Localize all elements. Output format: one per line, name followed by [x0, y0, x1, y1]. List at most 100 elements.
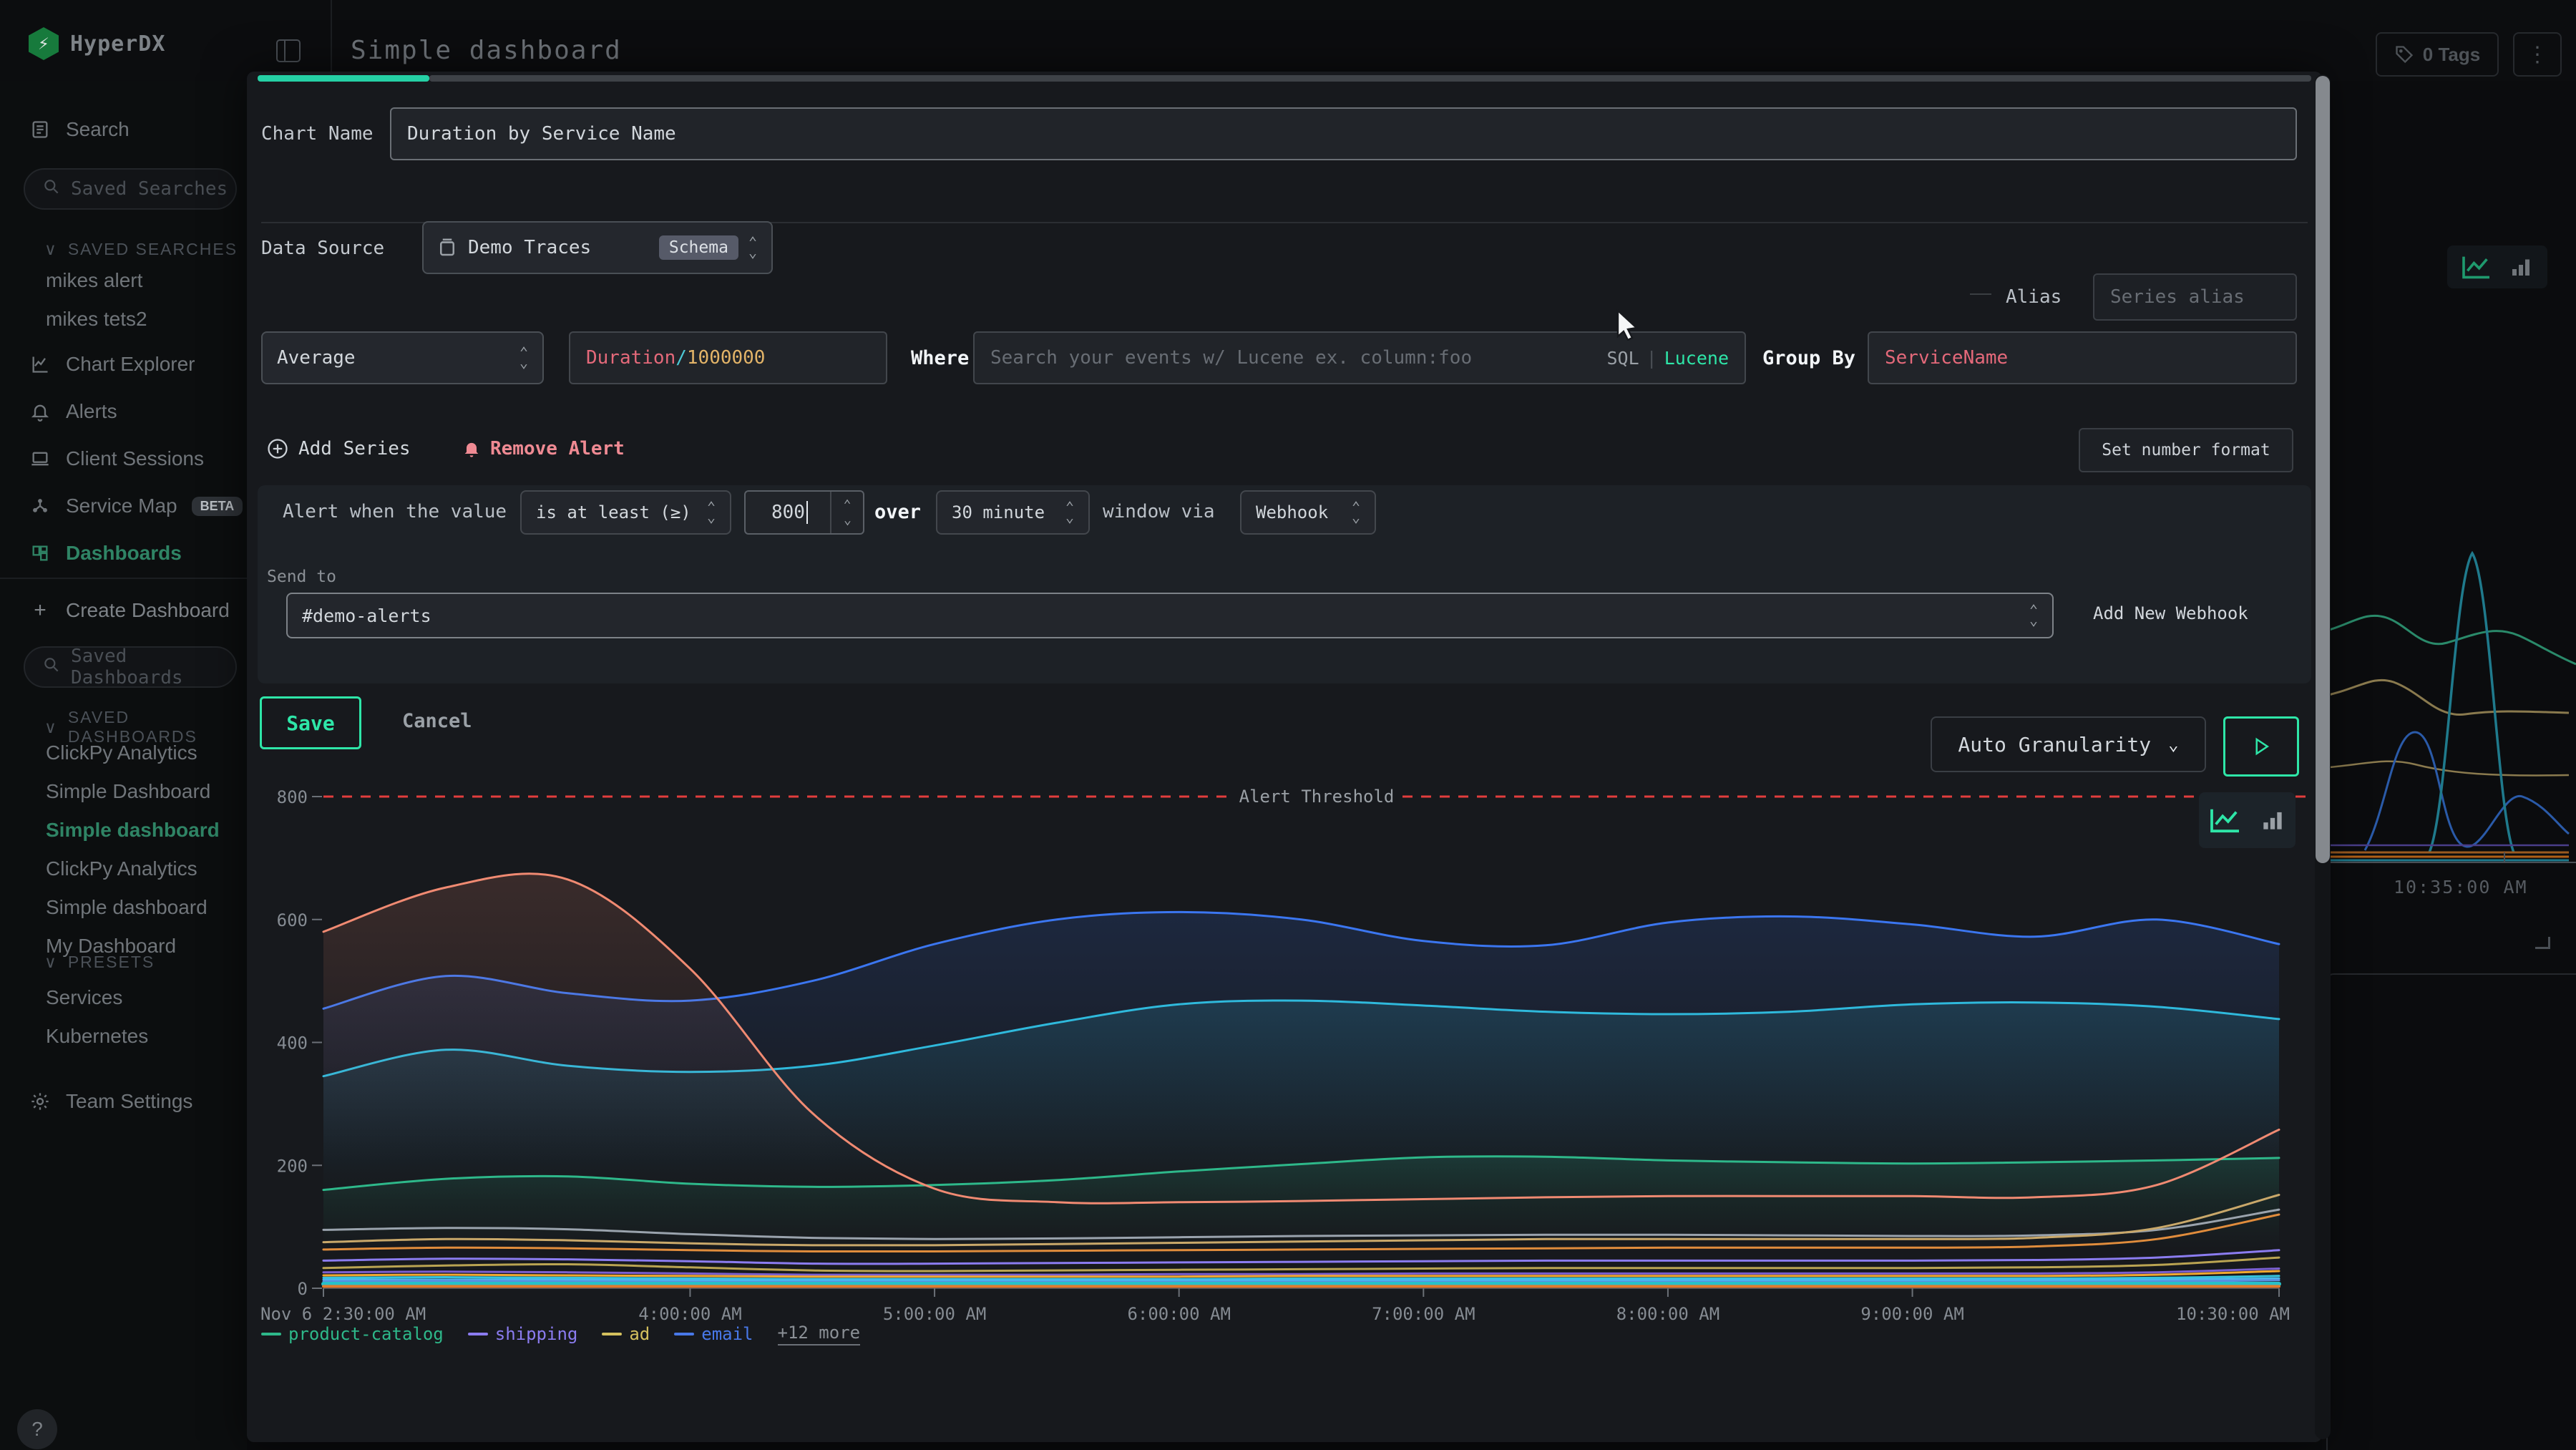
- series-alias-input[interactable]: Series alias: [2093, 273, 2297, 321]
- background-chart-time-label: 10:35:00 AM: [2394, 877, 2528, 897]
- laptop-icon: [29, 447, 52, 470]
- sidebar-item-dashboards[interactable]: Dashboards: [0, 533, 247, 573]
- stepper-down-icon[interactable]: ⌃: [844, 512, 852, 527]
- sidebar-item-search[interactable]: Search: [0, 110, 247, 150]
- gear-icon: [29, 1090, 52, 1113]
- aggregation-select[interactable]: Average ⌃⌃: [261, 331, 544, 384]
- tag-icon: [2394, 44, 2414, 64]
- group-by-input[interactable]: ServiceName: [1868, 331, 2297, 384]
- bell-icon: [29, 400, 52, 423]
- alert-window-select[interactable]: 30 minute ⌃⌃: [936, 490, 1090, 535]
- svg-text:200: 200: [277, 1156, 308, 1176]
- tags-button[interactable]: 0 Tags: [2376, 32, 2499, 77]
- help-button[interactable]: ?: [17, 1409, 57, 1449]
- preset-item[interactable]: Services: [0, 978, 148, 1017]
- query-language-toggle[interactable]: SQL|Lucene: [1606, 348, 1729, 369]
- legend-dash: [602, 1333, 622, 1335]
- legend-item[interactable]: shipping: [468, 1324, 578, 1344]
- modal-scrollbar-thumb[interactable]: [2316, 76, 2330, 863]
- edit-chart-modal: Chart Name Duration by Service Name Data…: [247, 72, 2322, 1442]
- resize-handle-icon[interactable]: [2535, 937, 2550, 949]
- sidebar-item-client-sessions[interactable]: Client Sessions: [0, 439, 247, 479]
- sidebar-item-team-settings[interactable]: Team Settings: [0, 1081, 247, 1121]
- send-to-select[interactable]: #demo-alerts ⌃⌃: [286, 593, 2054, 638]
- presets-header[interactable]: ∨ PRESETS: [44, 953, 155, 972]
- legend-item[interactable]: email: [674, 1324, 753, 1344]
- beta-badge: BETA: [192, 497, 243, 516]
- saved-dashboard-item[interactable]: ClickPy Analytics: [0, 850, 220, 888]
- sidebar-collapse-icon[interactable]: [276, 39, 301, 62]
- bar-chart-icon: [2508, 254, 2534, 280]
- search-icon: [42, 177, 61, 201]
- over-label: over: [874, 501, 921, 523]
- presets-list: ServicesKubernetes: [0, 978, 148, 1056]
- chart-name-input[interactable]: Duration by Service Name: [390, 107, 2297, 160]
- sidebar-item-alerts[interactable]: Alerts: [0, 391, 247, 432]
- svg-text:10:30:00 AM: 10:30:00 AM: [2176, 1304, 2290, 1324]
- saved-dashboards-search-input[interactable]: Saved Dashboards: [24, 646, 237, 688]
- background-dashboard-tile: 10:35:00 AM: [2322, 81, 2576, 1450]
- saved-searches-search-input[interactable]: Saved Searches: [24, 168, 237, 210]
- send-to-label: Send to: [267, 568, 336, 586]
- sidebar-item-service-map[interactable]: Service Map BETA: [0, 486, 247, 526]
- legend-more-button[interactable]: +12 more: [778, 1323, 861, 1346]
- add-new-webhook-button[interactable]: Add New Webhook: [2093, 603, 2248, 623]
- set-number-format-button[interactable]: Set number format: [2079, 428, 2293, 472]
- data-source-select[interactable]: Demo Traces Schema ⌃⌃: [422, 221, 773, 274]
- saved-search-item[interactable]: mikes alert: [0, 261, 147, 300]
- chevron-down-icon: ∨: [44, 240, 58, 259]
- saved-dashboard-item[interactable]: Simple dashboard: [0, 811, 220, 850]
- saved-search-item[interactable]: mikes tets2: [0, 300, 147, 339]
- legend-dash: [674, 1333, 694, 1335]
- saved-dashboard-item[interactable]: ClickPy Analytics: [0, 734, 220, 772]
- saved-searches-header[interactable]: ∨ SAVED SEARCHES: [44, 240, 238, 259]
- remove-alert-button[interactable]: Remove Alert: [462, 438, 625, 459]
- chart-legend: product-catalog shipping ad email +12 more: [261, 1323, 860, 1346]
- group-by-label: Group By: [1762, 347, 1855, 369]
- duration-chart[interactable]: 0200400600800Alert ThresholdNov 6 2:30:0…: [250, 780, 2311, 1324]
- legend-item[interactable]: ad: [602, 1324, 650, 1344]
- legend-dash: [261, 1333, 281, 1335]
- sidebar: Search Saved Searches ∨ SAVED SEARCHES m…: [0, 81, 247, 1450]
- save-button[interactable]: Save: [260, 696, 361, 749]
- chevron-down-icon: ∨: [44, 953, 58, 972]
- text-caret: [806, 501, 808, 524]
- preset-item[interactable]: Kubernetes: [0, 1017, 148, 1056]
- run-chart-button[interactable]: [2223, 716, 2299, 777]
- svg-text:6:00:00 AM: 6:00:00 AM: [1127, 1304, 1231, 1324]
- add-series-button[interactable]: Add Series: [267, 438, 411, 459]
- background-panel-edge: [2326, 973, 2576, 1450]
- mouse-cursor: [1614, 309, 1642, 341]
- legend-dash: [468, 1333, 488, 1335]
- background-chart: [2322, 510, 2576, 868]
- search-icon: [42, 656, 61, 679]
- number-stepper[interactable]: ⌃⌃: [830, 492, 863, 533]
- svg-text:5:00:00 AM: 5:00:00 AM: [883, 1304, 987, 1324]
- cancel-button[interactable]: Cancel: [402, 696, 472, 745]
- alert-channel-select[interactable]: Webhook ⌃⌃: [1240, 490, 1376, 535]
- sidebar-item-chart-explorer[interactable]: Chart Explorer: [0, 344, 247, 384]
- saved-dashboard-item[interactable]: Simple Dashboard: [0, 772, 220, 811]
- brand[interactable]: ⚡ HyperDX: [29, 27, 165, 60]
- chart-name-label: Chart Name: [261, 123, 374, 145]
- alert-threshold-input[interactable]: 800 ⌃⌃: [744, 490, 864, 535]
- kebab-menu-button[interactable]: ⋮: [2513, 32, 2562, 77]
- progress-bar-rest: [429, 75, 2311, 82]
- app-root: ⚡ HyperDX Simple dashboard 0 Tags ⋮ Sear…: [0, 0, 2576, 1450]
- create-dashboard-button[interactable]: + Create Dashboard: [0, 590, 247, 631]
- alert-condition-select[interactable]: is at least (≥) ⌃⌃: [520, 490, 731, 535]
- background-chart-type-toggle[interactable]: [2447, 245, 2547, 288]
- legend-item[interactable]: product-catalog: [261, 1324, 444, 1344]
- chart-type-toggle[interactable]: [2199, 792, 2296, 848]
- svg-text:800: 800: [277, 787, 308, 807]
- field-expression-input[interactable]: Duration/1000000: [569, 331, 887, 384]
- chevron-down-icon: ⌄: [2168, 734, 2178, 754]
- saved-dashboard-item[interactable]: Simple dashboard: [0, 888, 220, 927]
- stepper-up-icon[interactable]: ⌃: [844, 498, 852, 512]
- svg-text:Nov 6 2:30:00 AM: Nov 6 2:30:00 AM: [260, 1304, 426, 1324]
- line-chart-icon: [2209, 807, 2242, 834]
- granularity-select[interactable]: Auto Granularity ⌄: [1931, 716, 2206, 772]
- legend-label: ad: [629, 1324, 650, 1344]
- alert-prefix-label: Alert when the value: [283, 501, 507, 522]
- window-via-label: window via: [1103, 501, 1215, 522]
